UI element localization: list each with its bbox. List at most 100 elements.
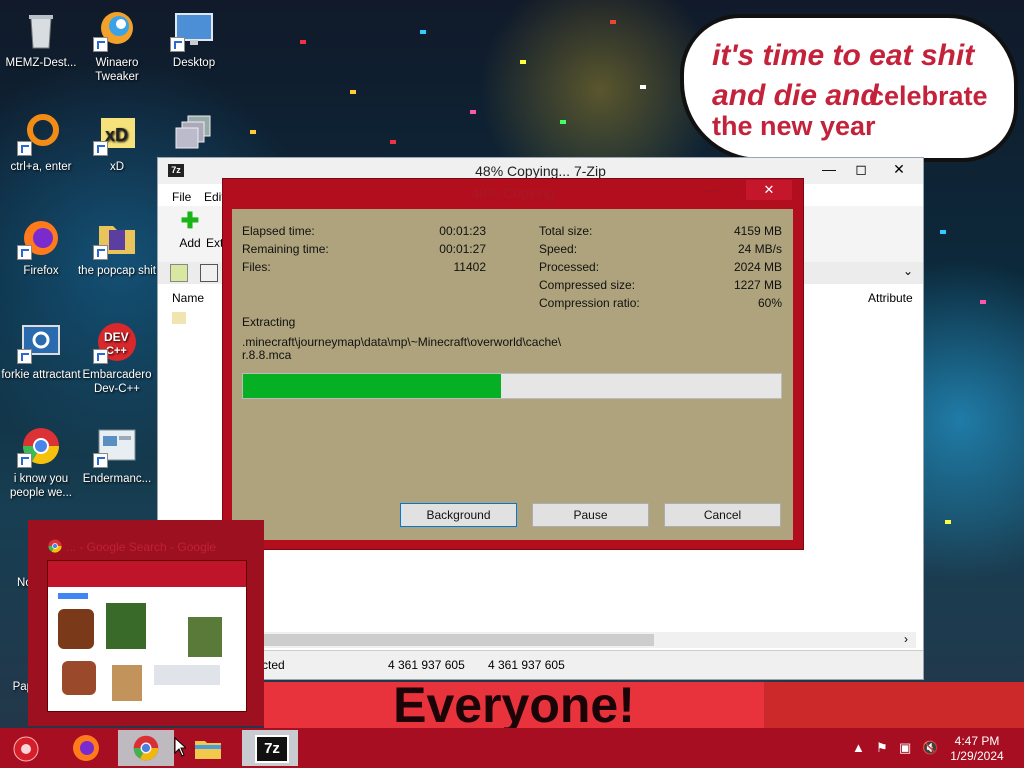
dialog-body: Elapsed time: 00:01:23 Remaining time: 0… (232, 209, 793, 540)
confetti (980, 300, 986, 304)
shortcut-arrow-icon (17, 349, 32, 364)
add-button[interactable]: ✚ Add (172, 208, 208, 251)
background-button[interactable]: Background (400, 503, 517, 527)
desktop-icon-devcpp[interactable]: DEV C++ Embarcadero Dev-C++ (76, 320, 158, 396)
taskbar-7zip[interactable]: 7z (242, 730, 298, 766)
folders-toggle-icon[interactable] (200, 264, 218, 282)
remaining-time-label: Remaining time: (242, 242, 329, 256)
compressed-size-value: 1227 MB (733, 278, 782, 292)
stacked-windows-icon (175, 115, 211, 149)
volume-muted-icon[interactable]: 🔇 (922, 740, 938, 756)
compression-ratio-label: Compression ratio: (539, 296, 640, 310)
bubble-line-2: and die and (712, 79, 879, 112)
horizontal-scrollbar[interactable]: › (166, 632, 916, 648)
desktop-icon-chrome[interactable]: i know you people we... (0, 424, 82, 500)
shortcut-arrow-icon (17, 141, 32, 156)
recycle-bin-icon (29, 15, 53, 49)
shortcut-arrow-icon (93, 349, 108, 364)
confetti (560, 120, 566, 124)
speed-label: Speed: (539, 242, 578, 256)
desktop-icon-desktop[interactable]: Desktop (153, 8, 235, 70)
taskbar-chrome[interactable] (118, 730, 174, 766)
column-name[interactable]: Name (172, 291, 204, 305)
confetti (420, 30, 426, 34)
progress-bar (242, 373, 782, 399)
everyone-banner: Everyone! (264, 682, 764, 728)
svg-text:xD: xD (105, 125, 128, 145)
file-explorer-icon (195, 741, 221, 759)
banner-right-art (764, 682, 1024, 728)
desktop-icon-popcap[interactable]: the popcap shit (76, 216, 158, 278)
operation-label: Extracting (242, 315, 296, 329)
clock[interactable]: 4:47 PM 1/29/2024 (942, 734, 1012, 764)
clock-date: 1/29/2024 (950, 749, 1004, 763)
shortcut-arrow-icon (17, 453, 32, 468)
elapsed-time-label: Elapsed time: (242, 224, 315, 238)
confetti (390, 140, 396, 144)
desktop-icon-winaero[interactable]: Winaero Tweaker (76, 8, 158, 84)
svg-text:C++: C++ (106, 345, 127, 357)
svg-text:DEV: DEV (104, 330, 129, 344)
start-orb-icon (13, 736, 39, 762)
window-title: 48% Copying... 7-Zip (475, 163, 606, 179)
column-attributes[interactable]: Attribute (868, 291, 913, 305)
show-hidden-icons-icon[interactable]: ▲ (852, 740, 865, 755)
desktop-icon-label: Embarcadero Dev-C++ (82, 369, 152, 395)
7zip-icon: 7z (255, 735, 289, 763)
confetti (470, 110, 476, 114)
taskbar: 7z ▲ ⚑ ▣ 🔇 4:47 PM 1/29/2024 (0, 728, 1024, 768)
dialog-close-button[interactable]: ✕ (746, 180, 792, 200)
desktop-icon-enderman[interactable]: Endermanc... (76, 424, 158, 486)
chevron-down-icon[interactable]: ⌄ (903, 264, 913, 278)
chrome-taskbar-thumbnail[interactable]: ... - Google Search - Google (28, 520, 264, 726)
dialog-title-bar[interactable]: 48% Copying — ✕ (223, 179, 803, 205)
progress-bar-fill (243, 374, 502, 398)
add-label: Add (179, 236, 201, 250)
current-path-line-1: .minecraft\journeymap\data\mp\~Minecraft… (242, 335, 562, 349)
status-selected: cted (262, 658, 285, 672)
taskbar-firefox[interactable] (58, 730, 114, 766)
bubble-line-3: the new year (712, 111, 876, 141)
minimize-button[interactable]: — (813, 158, 845, 180)
shortcut-arrow-icon (93, 245, 108, 260)
maximize-button[interactable]: ◻ (845, 158, 877, 180)
desktop-icon-windows[interactable] (153, 112, 235, 160)
desktop-icon-memz[interactable]: MEMZ-Dest... (0, 8, 82, 70)
status-bar: cted 4 361 937 605 4 361 937 605 (158, 650, 923, 679)
desktop-icon-label: Firefox (23, 265, 59, 277)
start-button[interactable] (0, 730, 52, 766)
pause-button[interactable]: Pause (532, 503, 649, 527)
menu-file[interactable]: File (172, 190, 191, 204)
desktop-icon-ctrl-a[interactable]: ctrl+a, enter (0, 112, 82, 174)
shortcut-arrow-icon (93, 37, 108, 52)
chrome-icon (133, 735, 159, 761)
extract-button[interactable]: Ext (206, 236, 223, 250)
desktop-icon-forkie[interactable]: forkie attractant (0, 320, 82, 382)
shortcut-arrow-icon (17, 245, 32, 260)
confetti (640, 85, 646, 89)
folder-icon (172, 312, 186, 324)
close-button[interactable]: ✕ (877, 158, 921, 180)
desktop-icon-label: the popcap shit (77, 265, 156, 277)
confetti (250, 130, 256, 134)
desktop-icon-label: MEMZ-Dest... (5, 57, 77, 69)
copy-progress-dialog[interactable]: 48% Copying — ✕ Elapsed time: 00:01:23 R… (222, 178, 804, 550)
thumbnail-title: ... - Google Search - Google (66, 540, 217, 554)
processed-label: Processed: (539, 260, 600, 274)
network-icon[interactable]: ▣ (899, 740, 911, 756)
up-folder-icon[interactable] (170, 264, 188, 282)
thumbnail-preview (47, 560, 247, 712)
desktop-icon-label: forkie attractant (1, 369, 81, 381)
scroll-right-arrow-icon[interactable]: › (904, 632, 908, 646)
dialog-minimize-button[interactable]: — (705, 183, 725, 197)
desktop-icon-xd[interactable]: xD xD (76, 112, 158, 174)
compression-ratio-value: 60% (757, 296, 782, 310)
taskbar-file-explorer[interactable] (180, 730, 236, 766)
flag-icon[interactable]: ⚑ (876, 740, 888, 756)
status-size-1: 4 361 937 605 (388, 658, 465, 672)
remaining-time-value: 00:01:27 (439, 242, 486, 256)
plus-icon: ✚ (180, 208, 200, 233)
confetti (945, 520, 951, 524)
desktop-icon-firefox[interactable]: Firefox (0, 216, 82, 278)
cancel-button[interactable]: Cancel (664, 503, 781, 527)
